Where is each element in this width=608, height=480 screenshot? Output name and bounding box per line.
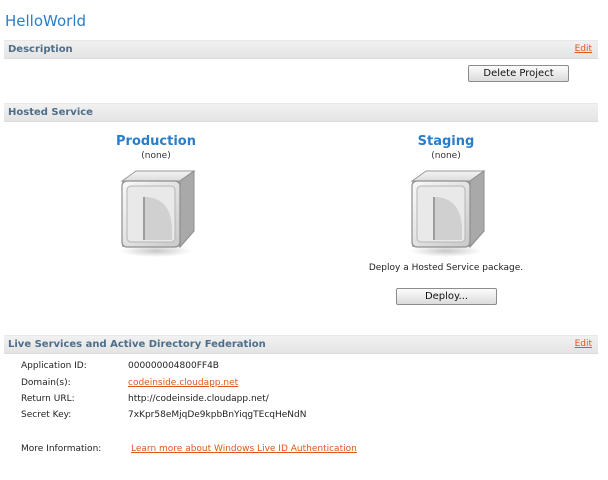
description-edit-link[interactable]: Edit: [575, 44, 592, 54]
production-title: Production: [116, 134, 196, 149]
delete-project-button[interactable]: Delete Project: [468, 65, 569, 82]
application-id-value: 000000004800FF4B: [128, 361, 219, 371]
page-title: HelloWorld: [5, 12, 87, 30]
staging-cube-icon: [410, 170, 486, 257]
staging-title: Staging: [417, 134, 475, 149]
description-section-title: Description: [8, 44, 73, 55]
application-id-label: Application ID:: [21, 361, 87, 371]
live-services-edit-link[interactable]: Edit: [575, 339, 592, 349]
domains-label: Domain(s):: [21, 378, 71, 388]
live-services-section-title: Live Services and Active Directory Feder…: [8, 339, 266, 350]
secret-key-label: Secret Key:: [21, 410, 72, 420]
more-information-label: More Information:: [21, 444, 102, 454]
production-cube-icon: [120, 170, 196, 257]
return-url-value: http://codeinside.cloudapp.net/: [128, 394, 269, 404]
hosted-service-section-header: Hosted Service: [4, 103, 598, 122]
domain-link[interactable]: codeinside.cloudapp.net: [128, 378, 238, 388]
deploy-button[interactable]: Deploy...: [396, 288, 497, 305]
description-section-header: Description Edit: [4, 40, 598, 59]
staging-environment: Staging (none): [376, 134, 516, 259]
deploy-instructions: Deploy a Hosted Service package.: [368, 263, 524, 273]
production-state: (none): [141, 151, 171, 161]
secret-key-value: 7xKpr58eMjqDe9kpbBnYiqgTEcqHeNdN: [128, 410, 307, 420]
windows-live-id-learn-more-link[interactable]: Learn more about Windows Live ID Authent…: [131, 444, 357, 454]
production-environment: Production (none): [86, 134, 226, 259]
hosted-service-section-title: Hosted Service: [8, 107, 93, 118]
return-url-label: Return URL:: [21, 394, 75, 404]
live-services-section-header: Live Services and Active Directory Feder…: [4, 335, 598, 354]
staging-state: (none): [431, 151, 461, 161]
